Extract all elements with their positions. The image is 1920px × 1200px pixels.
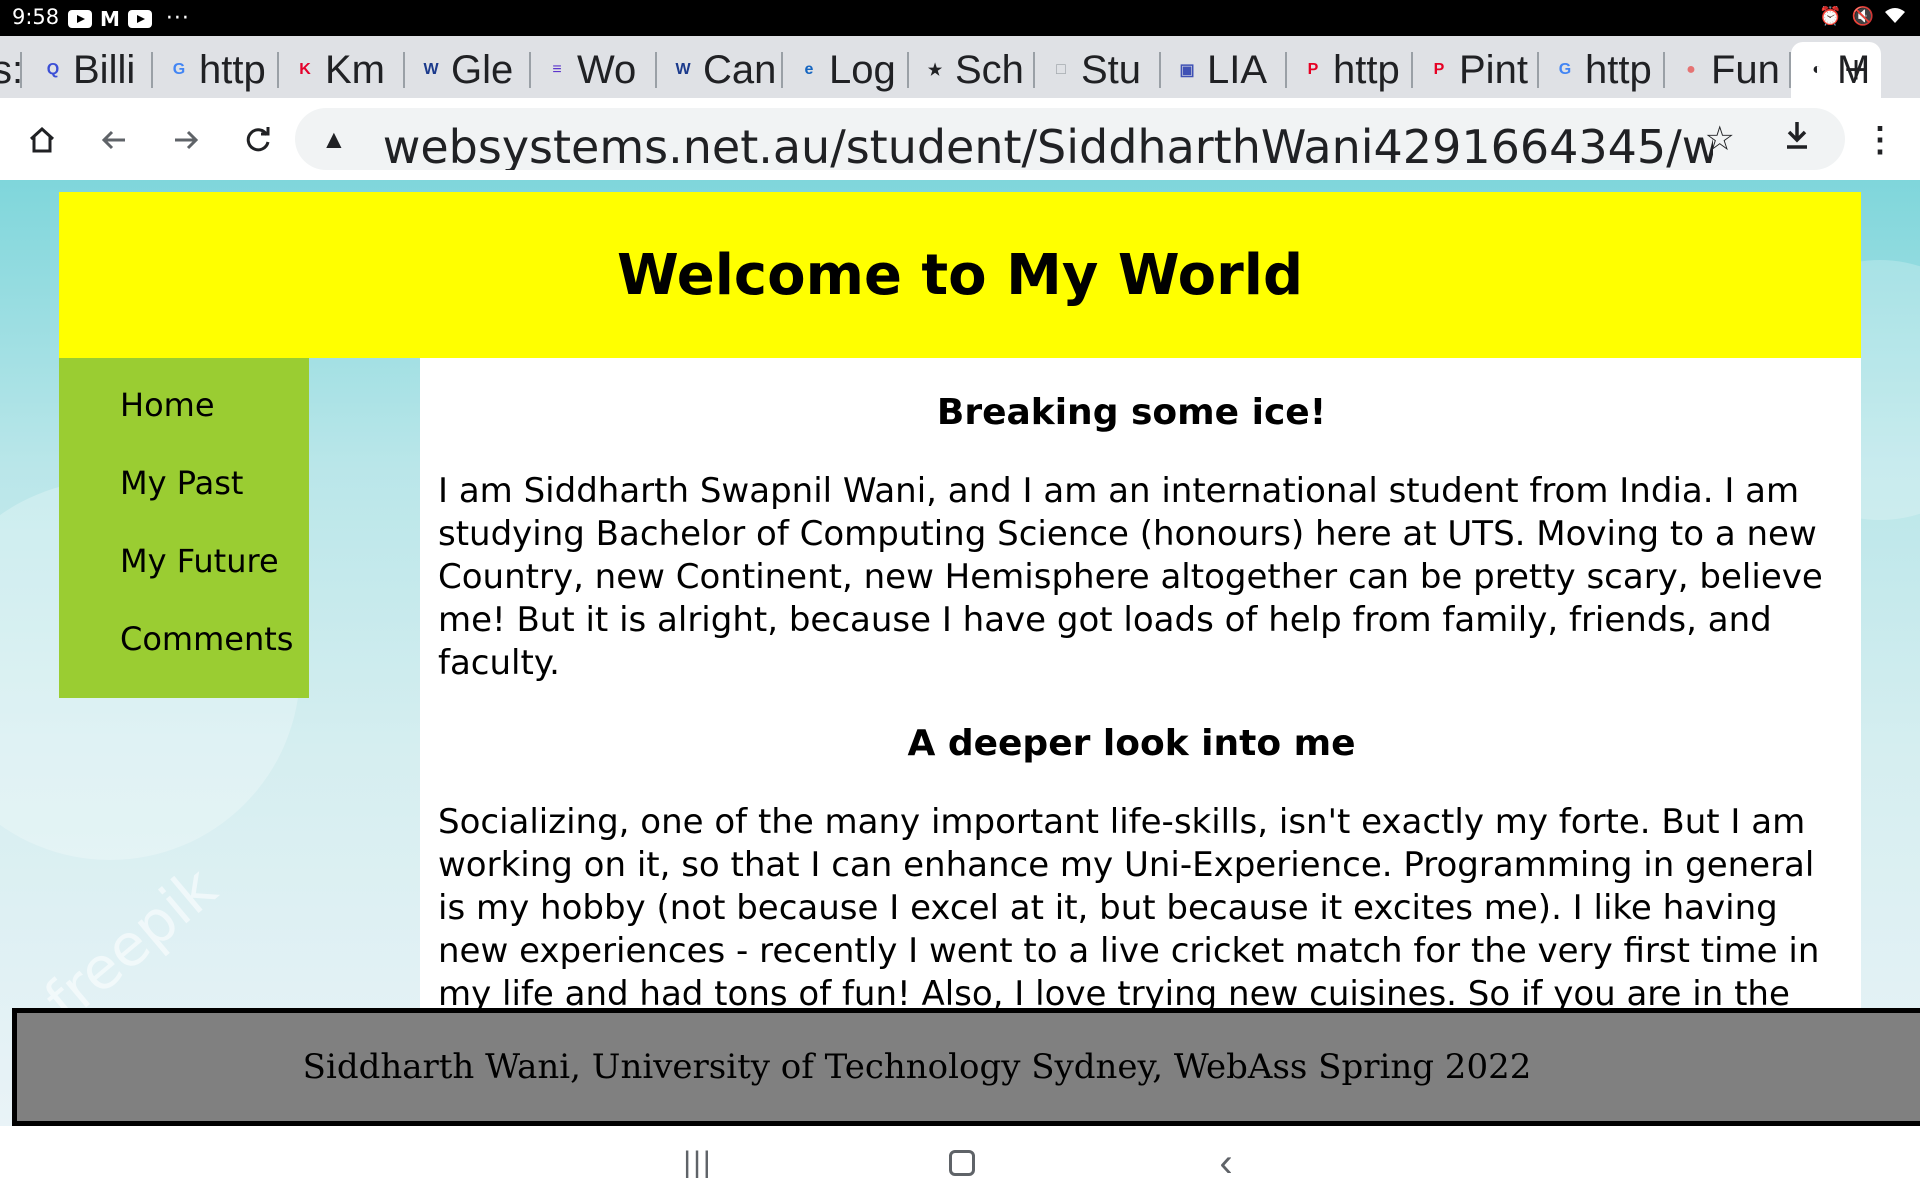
youtube-icon	[68, 9, 92, 28]
home-button[interactable]	[932, 1138, 992, 1188]
tab-partial[interactable]: s:	[0, 42, 22, 98]
tab-label: Km	[325, 47, 385, 92]
nav-link-my-future[interactable]: My Future	[120, 542, 279, 580]
not-secure-warning-icon[interactable]: ▲	[321, 124, 347, 155]
browser-tab[interactable]: Q Billi	[27, 42, 153, 98]
tab-favicon-icon: P	[1433, 61, 1445, 78]
browser-tab[interactable]: W Gle	[405, 42, 531, 98]
tab-favicon-icon: ≡	[552, 61, 562, 78]
alarm-icon: ⏰	[1819, 6, 1842, 27]
system-navigation-bar: ||| ‹	[0, 1126, 1920, 1200]
nav-link-my-past[interactable]: My Past	[120, 464, 243, 502]
tab-favicon-icon: ★	[927, 62, 943, 79]
tab-label: Sch	[955, 47, 1024, 92]
recents-button[interactable]: |||	[668, 1138, 728, 1188]
tab-favicon-icon: P	[1307, 61, 1319, 78]
page-title: Welcome to My World	[616, 242, 1304, 308]
tab-favicon-icon: e	[804, 61, 814, 78]
browser-tab[interactable]: Ghttp	[1539, 42, 1665, 98]
tab-favicon-icon: ◐	[1812, 61, 1822, 78]
url-text[interactable]: websystems.net.au/student/SiddharthWani4…	[383, 120, 1713, 170]
new-tab-button[interactable]: +	[1831, 42, 1881, 98]
tab-label: http	[1585, 47, 1652, 92]
youtube-icon	[127, 9, 152, 28]
tab-label: Fun	[1711, 47, 1780, 92]
browser-tab[interactable]: Phttp	[1287, 42, 1413, 98]
tab-label: Wo	[577, 47, 637, 92]
download-icon[interactable]	[1783, 120, 1811, 158]
tab-label: Log	[829, 47, 896, 92]
tab-label: http	[1333, 47, 1400, 92]
nav-link-home[interactable]: Home	[120, 386, 215, 424]
tab-favicon-icon: ●	[1686, 61, 1696, 78]
tab-label: Pint	[1459, 47, 1528, 92]
tab-favicon-icon: Q	[46, 61, 60, 78]
browser-tab[interactable]: □ Stu	[1035, 42, 1161, 98]
browser-toolbar: ▲ websystems.net.au/student/SiddharthWan…	[0, 98, 1920, 180]
reload-icon[interactable]	[228, 110, 288, 170]
browser-tab[interactable]: ★ Sch	[909, 42, 1035, 98]
address-bar[interactable]: ▲ websystems.net.au/student/SiddharthWan…	[295, 108, 1845, 170]
tab-favicon-icon: G	[1558, 61, 1572, 78]
side-navigation: Home My Past My Future Comments	[59, 358, 309, 698]
tab-strip: s: Q Billi Ghttp K Km W Gle ≡ Wo W Can e Log ★ Sch □ Stu…	[0, 36, 1920, 98]
browser-tab[interactable]: e Log	[783, 42, 909, 98]
tab-label: Stu	[1081, 47, 1142, 92]
browser-tab[interactable]: W Can	[657, 42, 783, 98]
wifi-icon	[1884, 6, 1906, 29]
tab-label: Can	[703, 47, 777, 92]
star-icon[interactable]: ☆	[1705, 119, 1735, 159]
section-heading-deeper-look: A deeper look into me	[907, 723, 1356, 764]
back-button[interactable]: ‹	[1196, 1138, 1256, 1188]
forward-arrow-icon[interactable]	[156, 110, 216, 170]
more-vert-icon[interactable]: ⋮	[1862, 110, 1898, 170]
tab-label: Gle	[451, 47, 514, 92]
back-arrow-icon[interactable]	[84, 110, 144, 170]
gmail-icon: M	[100, 6, 120, 31]
browser-tab[interactable]: K Km	[279, 42, 405, 98]
site-header: Welcome to My World	[59, 192, 1861, 358]
tab-favicon-icon: ▣	[1179, 62, 1195, 79]
section-heading-breaking-ice: Breaking some ice!	[936, 392, 1327, 433]
browser-tab[interactable]: ● Fun	[1665, 42, 1791, 98]
tab-label: LIA	[1207, 47, 1268, 92]
tab-label: Billi	[73, 47, 136, 92]
browser-tab[interactable]: P Pint	[1413, 42, 1539, 98]
status-bar: 9:58 M ··· ⏰ 🔇	[0, 0, 1920, 36]
home-circle-icon	[949, 1150, 975, 1176]
tab-label: http	[199, 47, 266, 92]
tab-favicon-icon: W	[423, 61, 439, 78]
web-page: freepik Welcome to My World Home My Past…	[0, 180, 1920, 1126]
home-icon[interactable]	[12, 110, 72, 170]
browser-tab[interactable]: Ghttp	[153, 42, 279, 98]
nav-link-comments[interactable]: Comments	[120, 620, 293, 658]
section-text-intro: I am Siddharth Swapnil Wani, and I am an…	[438, 471, 1823, 683]
notification-icons: M ···	[68, 6, 190, 31]
footer-text: Siddharth Wani, University of Technology…	[302, 1047, 1532, 1087]
browser-tab[interactable]: ≡ Wo	[531, 42, 657, 98]
status-time: 9:58	[12, 5, 60, 29]
tab-favicon-icon: G	[172, 61, 186, 78]
site-footer: Siddharth Wani, University of Technology…	[12, 1008, 1920, 1126]
more-notifications-icon: ···	[165, 6, 190, 31]
tab-favicon-icon: □	[1056, 61, 1066, 78]
tab-favicon-icon: W	[675, 61, 691, 78]
mute-icon: 🔇	[1851, 6, 1874, 27]
system-icons: ⏰ 🔇	[1819, 6, 1906, 29]
browser-tab[interactable]: ▣ LIA	[1161, 42, 1287, 98]
tab-favicon-icon: K	[299, 61, 311, 78]
